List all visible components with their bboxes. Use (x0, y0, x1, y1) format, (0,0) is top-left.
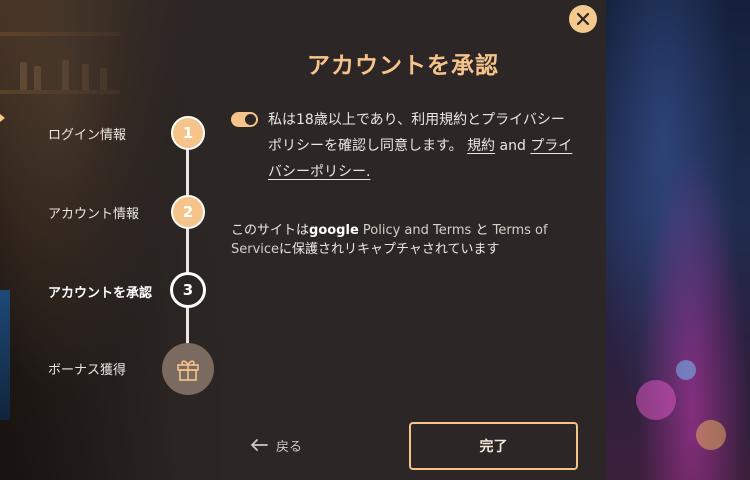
back-button-label: 戻る (276, 439, 303, 455)
step-label-account-info: アカウント情報 (48, 207, 140, 222)
sparkle (636, 380, 676, 420)
modal-title: アカウントを承認 (307, 53, 499, 79)
recaptcha-and: と (475, 223, 489, 238)
recaptcha-prefix: このサイトは (231, 223, 310, 238)
background-game-art (606, 0, 750, 480)
consent-and: and (499, 138, 526, 154)
policy-terms-link[interactable]: Policy and Terms (363, 223, 471, 238)
step-label-bonus: ボーナス獲得 (48, 363, 127, 378)
step-circle-bonus (162, 343, 214, 395)
step-circle-3: 3 (170, 272, 206, 308)
arrow-left-icon (251, 439, 268, 451)
step-circle-1: 1 (171, 116, 205, 150)
recaptcha-google: google (309, 223, 359, 238)
close-button[interactable] (569, 5, 597, 33)
stepper-line (186, 134, 189, 370)
registration-modal: アカウントを承認 ログイン情報 1 アカウント情報 2 アカウントを承認 3 ボ… (0, 0, 606, 480)
sparkle (676, 360, 696, 380)
recaptcha-notice: このサイトはgoogle Policy and Terms と Terms of… (231, 221, 576, 259)
finish-button[interactable]: 完了 (409, 422, 578, 470)
close-icon (576, 12, 590, 26)
consent-text: 私は18歳以上であり、利用規約とプライバシーポリシーを確認し同意します。 規約 … (268, 107, 578, 185)
step-label-login-info: ログイン情報 (48, 128, 127, 143)
terms-link[interactable]: 規約 (467, 138, 495, 154)
step-label-verify-account: アカウントを承認 (48, 286, 153, 301)
sparkle (696, 420, 726, 450)
toggle-knob (245, 114, 256, 125)
age-consent-toggle[interactable] (231, 112, 258, 127)
step-circle-2: 2 (171, 195, 205, 229)
recaptcha-suffix: に保護されリキャプチャされています (279, 242, 500, 257)
back-button[interactable]: 戻る (250, 434, 302, 456)
gift-icon (177, 360, 199, 381)
